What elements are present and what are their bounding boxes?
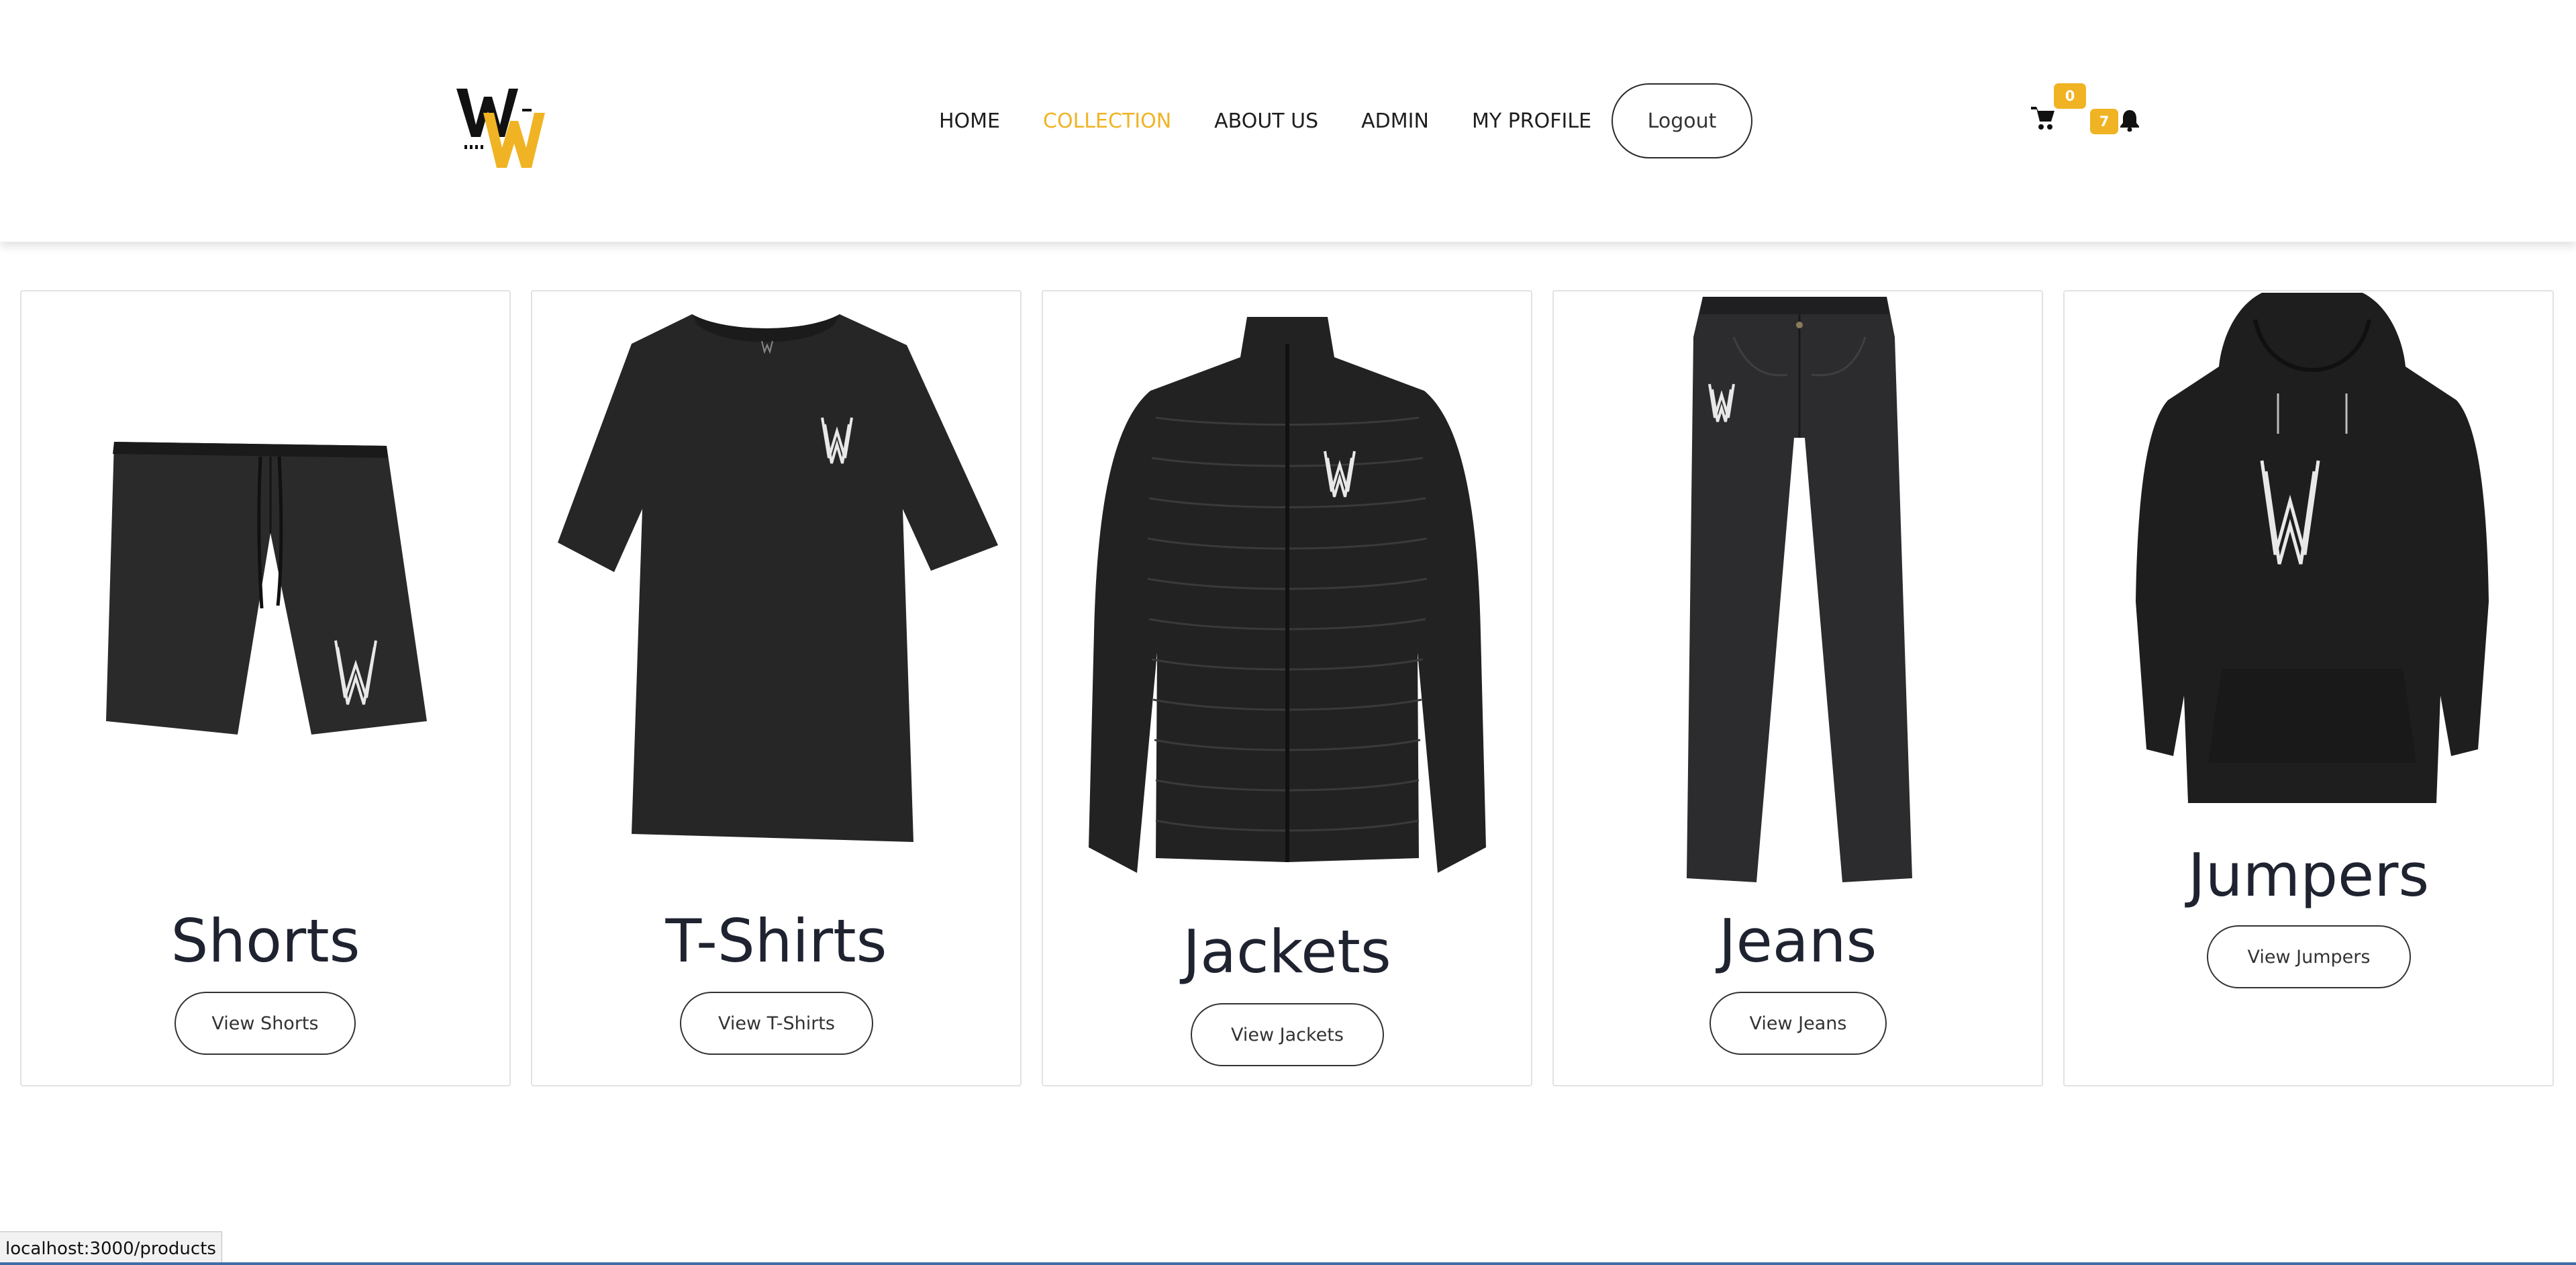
card-title: Jumpers <box>2187 841 2430 910</box>
page: HOME COLLECTION ABOUT US ADMIN MY PROFIL… <box>0 0 2576 1265</box>
bottom-edge-line <box>0 1262 2576 1265</box>
status-bar-url: localhost:3000/products <box>0 1231 222 1265</box>
category-card-shorts[interactable]: Shorts View Shorts <box>20 290 511 1086</box>
nav-home[interactable]: HOME <box>939 109 1000 133</box>
site-header: HOME COLLECTION ABOUT US ADMIN MY PROFIL… <box>0 0 2576 242</box>
shorts-image <box>106 442 427 735</box>
nav-about-us[interactable]: ABOUT US <box>1214 109 1318 133</box>
nav-admin[interactable]: ADMIN <box>1361 109 1429 133</box>
cart-count-badge: 0 <box>2054 83 2086 109</box>
category-grid: Shorts View Shorts T-Shirts View T-Shirt… <box>20 290 2556 1086</box>
bell-icon[interactable] <box>2120 109 2140 132</box>
category-card-jeans[interactable]: Jeans View Jeans <box>1552 290 2043 1086</box>
view-tshirts-button[interactable]: View T-Shirts <box>680 992 873 1055</box>
view-shorts-button[interactable]: View Shorts <box>175 992 356 1055</box>
card-title: T-Shirts <box>665 906 887 976</box>
nav-my-profile[interactable]: MY PROFILE <box>1472 109 1591 133</box>
category-card-tshirts[interactable]: T-Shirts View T-Shirts <box>531 290 1022 1086</box>
card-title: Jackets <box>1183 917 1391 986</box>
view-jackets-button[interactable]: View Jackets <box>1191 1003 1384 1066</box>
nav-collection[interactable]: COLLECTION <box>1043 109 1171 133</box>
logout-button[interactable]: Logout <box>1612 83 1753 158</box>
notification-count-badge: 7 <box>2090 109 2118 134</box>
main-nav: HOME COLLECTION ABOUT US ADMIN MY PROFIL… <box>939 83 1753 158</box>
brand-logo[interactable] <box>456 82 557 169</box>
category-card-jackets[interactable]: Jackets View Jackets <box>1042 290 1532 1086</box>
card-title: Shorts <box>170 906 360 976</box>
cart-icon[interactable] <box>2031 105 2055 132</box>
category-card-jumpers[interactable]: Jumpers View Jumpers <box>2063 290 2554 1086</box>
view-jeans-button[interactable]: View Jeans <box>1710 992 1887 1055</box>
view-jumpers-button[interactable]: View Jumpers <box>2207 925 2411 988</box>
card-title: Jeans <box>1718 906 1877 976</box>
